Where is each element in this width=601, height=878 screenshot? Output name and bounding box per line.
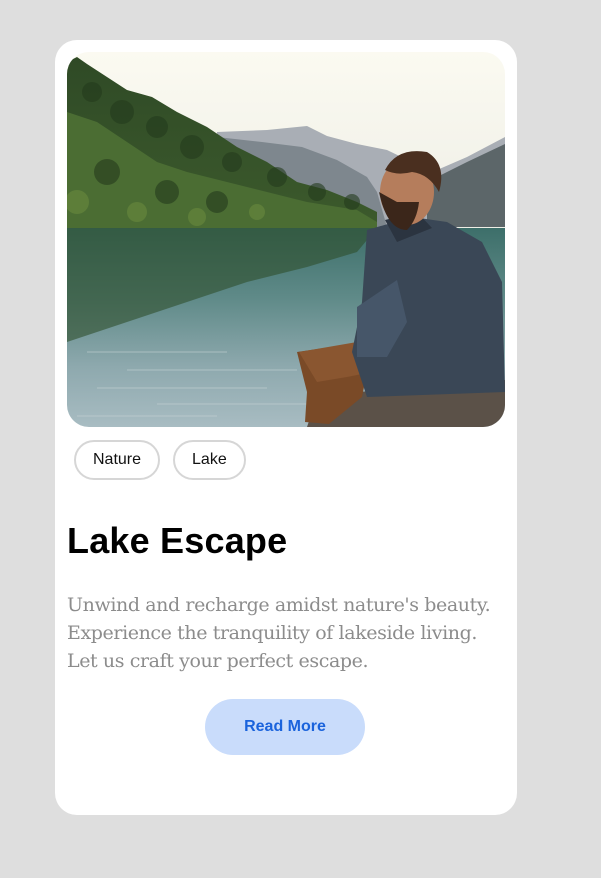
lake-photo [67, 52, 505, 427]
tag-lake[interactable]: Lake [173, 440, 246, 480]
tag-list: Nature Lake [74, 440, 246, 480]
tag-nature[interactable]: Nature [74, 440, 161, 480]
card-title: Lake Escape [67, 520, 288, 561]
read-more-button[interactable]: Read More [205, 699, 365, 755]
content-card: Nature Lake Lake Escape Unwind and recha… [55, 40, 517, 815]
card-description: Unwind and recharge amidst nature's beau… [67, 594, 491, 672]
